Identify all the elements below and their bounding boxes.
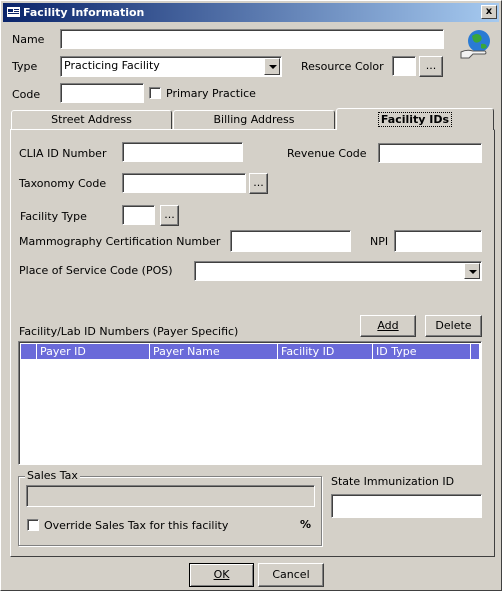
taxonomy-lookup-button[interactable]: ...	[249, 173, 268, 194]
revenue-code-input[interactable]	[378, 143, 482, 163]
close-icon: x	[485, 6, 493, 17]
resource-color-swatch[interactable]	[392, 56, 416, 76]
override-sales-tax-label: Override Sales Tax for this facility	[44, 519, 229, 532]
primary-practice-checkbox[interactable]	[149, 87, 161, 99]
mammography-input[interactable]	[230, 230, 351, 252]
payer-id-grid[interactable]: Payer ID Payer Name Facility ID ID Type	[18, 341, 482, 465]
add-button[interactable]: Add	[360, 315, 416, 337]
code-label: Code	[12, 88, 41, 101]
grid-col-facility-id[interactable]: Facility ID	[278, 344, 373, 359]
tab-facility-ids[interactable]: Facility IDs	[336, 108, 494, 130]
close-button[interactable]: x	[481, 5, 497, 19]
npi-label: NPI	[370, 235, 389, 248]
app-icon	[7, 7, 20, 17]
delete-button[interactable]: Delete	[425, 315, 482, 337]
tab-street-address[interactable]: Street Address	[11, 110, 172, 129]
grid-header: Payer ID Payer Name Facility ID ID Type	[21, 344, 479, 359]
mammography-label: Mammography Certification Number	[19, 235, 221, 248]
facility-type-input[interactable]	[122, 205, 155, 225]
lab-ids-label: Facility/Lab ID Numbers (Payer Specific)	[19, 325, 239, 338]
cancel-button[interactable]: Cancel	[258, 563, 324, 587]
clia-input[interactable]	[122, 142, 243, 162]
taxonomy-label: Taxonomy Code	[19, 177, 107, 190]
title-bar: Facility Information x	[3, 3, 499, 22]
ok-button[interactable]: OK	[189, 563, 254, 587]
pos-label: Place of Service Code (POS)	[19, 264, 173, 277]
pos-select[interactable]	[194, 261, 482, 281]
name-label: Name	[12, 33, 45, 46]
facility-information-window: Facility Information x Name Type Practic…	[0, 0, 502, 591]
grid-col-payer-id[interactable]: Payer ID	[37, 344, 150, 359]
taxonomy-input[interactable]	[122, 173, 246, 193]
facility-type-lookup-button[interactable]: ...	[160, 205, 179, 226]
npi-input[interactable]	[394, 230, 482, 252]
grid-col-payer-name[interactable]: Payer Name	[150, 344, 278, 359]
primary-practice-label: Primary Practice	[166, 87, 256, 100]
state-immunization-label: State Immunization ID	[331, 475, 455, 488]
facility-type-label: Facility Type	[20, 210, 87, 223]
dropdown-arrow-icon[interactable]	[264, 58, 280, 75]
dropdown-arrow-icon[interactable]	[464, 263, 480, 279]
clia-label: CLIA ID Number	[19, 147, 107, 160]
revenue-code-label: Revenue Code	[287, 147, 367, 160]
tab-billing-address[interactable]: Billing Address	[173, 110, 335, 129]
state-immunization-input[interactable]	[331, 494, 482, 518]
resource-color-button[interactable]: ...	[419, 56, 443, 77]
window-title: Facility Information	[23, 6, 145, 19]
code-input[interactable]	[60, 83, 144, 103]
type-select-value: Practicing Facility	[64, 59, 160, 72]
type-select[interactable]: Practicing Facility	[60, 56, 282, 77]
globe-hand-icon	[460, 30, 490, 59]
name-input[interactable]	[60, 29, 444, 49]
percent-symbol: %	[300, 518, 312, 531]
sales-tax-label: Sales Tax	[25, 469, 80, 482]
override-sales-tax-checkbox[interactable]	[27, 519, 39, 531]
resource-color-label: Resource Color	[301, 60, 384, 73]
sales-tax-input	[26, 485, 315, 507]
grid-col-id-type[interactable]: ID Type	[373, 344, 471, 359]
type-label: Type	[12, 60, 38, 73]
grid-row-selector-header	[21, 344, 37, 359]
